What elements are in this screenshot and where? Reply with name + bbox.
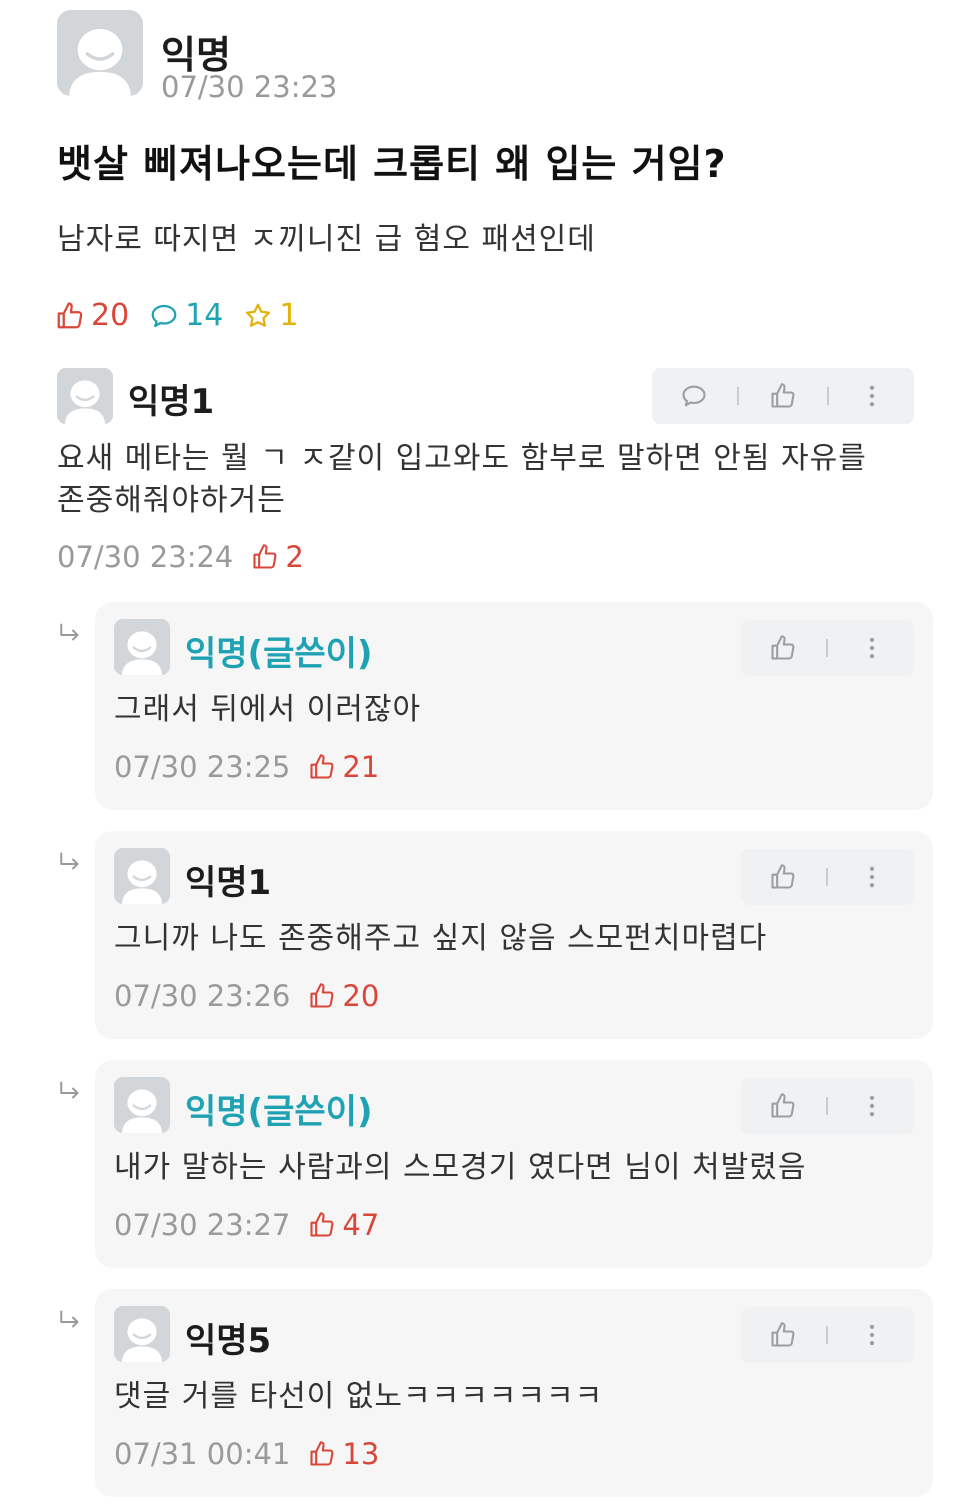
reply-arrow-icon — [55, 1078, 85, 1108]
reply-meta: 07/30 23:25 21 — [114, 750, 379, 784]
reply-timestamp: 07/30 23:27 — [114, 1208, 291, 1242]
post-comment-value: 14 — [185, 298, 224, 333]
reply-meta: 07/30 23:26 20 — [114, 979, 379, 1013]
comment-like-value: 2 — [285, 540, 304, 574]
post-scrap-value: 1 — [279, 298, 299, 333]
divider — [826, 1097, 829, 1115]
divider — [737, 387, 740, 405]
reply-button[interactable] — [674, 376, 714, 416]
reply-like-count: 13 — [308, 1437, 379, 1471]
avatar-placeholder-icon[interactable] — [114, 1077, 170, 1133]
speech-bubble-icon — [149, 301, 179, 331]
reply-like-value: 21 — [342, 750, 380, 784]
post-timestamp: 07/30 23:23 — [161, 70, 338, 104]
thumbs-up-icon — [251, 543, 279, 571]
reply-timestamp: 07/30 23:26 — [114, 979, 291, 1013]
more-options-button[interactable] — [852, 1086, 892, 1126]
reply-text: 그래서 뒤에서 이러잖아 — [114, 692, 422, 727]
reply-meta: 07/30 23:27 47 — [114, 1208, 379, 1242]
post-title: 뱃살 삐져나오는데 크롭티 왜 입는 거임? — [57, 142, 727, 186]
divider — [826, 1326, 829, 1344]
avatar-placeholder-icon[interactable] — [57, 368, 113, 424]
reply-like-value: 47 — [342, 1208, 380, 1242]
avatar-placeholder-icon[interactable] — [57, 10, 143, 96]
more-options-button[interactable] — [852, 857, 892, 897]
post-body: 남자로 따지면 ㅈ끼니진 급 혐오 패션인데 — [57, 222, 596, 257]
thumbs-up-icon — [769, 863, 797, 891]
thumbs-up-icon — [769, 1321, 797, 1349]
more-options-button[interactable] — [852, 628, 892, 668]
comment-author-name: 익명1 — [128, 382, 215, 422]
reply-arrow-icon — [55, 620, 85, 650]
post-comment-count[interactable]: 14 — [149, 298, 223, 333]
reply-like-value: 20 — [342, 979, 380, 1013]
reply-arrow-icon — [55, 1307, 85, 1337]
thumbs-up-icon — [308, 753, 336, 781]
reply-timestamp: 07/30 23:25 — [114, 750, 291, 784]
reply-like-count: 21 — [308, 750, 379, 784]
avatar-placeholder-icon[interactable] — [114, 848, 170, 904]
reply-arrow-icon — [55, 849, 85, 879]
avatar-placeholder-icon[interactable] — [114, 1306, 170, 1362]
reply-text: 내가 말하는 사람과의 스모경기 였다면 님이 처발렸음 — [114, 1150, 807, 1185]
reply-text: 그니까 나도 존중해주고 싶지 않음 스모펀치마렵다 — [114, 921, 768, 956]
reply-actions — [741, 1078, 914, 1134]
star-icon — [243, 301, 273, 331]
post-like-value: 20 — [91, 298, 130, 333]
more-options-button[interactable] — [852, 376, 892, 416]
thumbs-up-icon — [308, 982, 336, 1010]
more-vertical-icon — [858, 1092, 886, 1120]
reply-meta: 07/31 00:41 13 — [114, 1437, 379, 1471]
speech-bubble-icon — [680, 382, 708, 410]
like-button[interactable] — [763, 1315, 803, 1355]
reply-timestamp: 07/31 00:41 — [114, 1437, 291, 1471]
reply-author-name: 익명5 — [185, 1321, 272, 1361]
reply-like-count: 47 — [308, 1208, 379, 1242]
thumbs-up-icon — [308, 1440, 336, 1468]
divider — [826, 868, 829, 886]
more-vertical-icon — [858, 1321, 886, 1349]
avatar-placeholder-icon[interactable] — [114, 619, 170, 675]
reply-actions — [741, 1307, 914, 1363]
comment-meta: 07/30 23:24 2 — [57, 540, 304, 574]
like-button[interactable] — [763, 376, 803, 416]
post-scrap-count[interactable]: 1 — [243, 298, 298, 333]
comment-actions — [652, 368, 914, 424]
more-options-button[interactable] — [852, 1315, 892, 1355]
reply-actions — [741, 849, 914, 905]
reply-actions — [741, 620, 914, 676]
divider — [826, 387, 829, 405]
post-stats: 20 14 1 — [55, 298, 318, 333]
reply-author-name: 익명(글쓴이) — [185, 1092, 373, 1132]
reply-like-count: 20 — [308, 979, 379, 1013]
thumbs-up-icon — [769, 1092, 797, 1120]
thumbs-up-icon — [769, 382, 797, 410]
more-vertical-icon — [858, 863, 886, 891]
thumbs-up-icon — [308, 1211, 336, 1239]
like-button[interactable] — [763, 628, 803, 668]
more-vertical-icon — [858, 382, 886, 410]
reply-text: 댓글 거를 타선이 없노ㅋㅋㅋㅋㅋㅋㅋ — [114, 1379, 604, 1414]
reply-author-name: 익명1 — [185, 863, 272, 903]
comment-like-count: 2 — [251, 540, 304, 574]
comment-timestamp: 07/30 23:24 — [57, 540, 234, 574]
more-vertical-icon — [858, 634, 886, 662]
reply-author-name: 익명(글쓴이) — [185, 634, 373, 674]
thumbs-up-icon — [769, 634, 797, 662]
like-button[interactable] — [763, 857, 803, 897]
post-like-count[interactable]: 20 — [55, 298, 129, 333]
thumbs-up-icon — [55, 301, 85, 331]
divider — [826, 639, 829, 657]
reply-like-value: 13 — [342, 1437, 380, 1471]
like-button[interactable] — [763, 1086, 803, 1126]
comment-text: 요새 메타는 뭘 ㄱ ㅈ같이 입고와도 함부로 말하면 안됨 자유를 존중해줘야… — [57, 441, 867, 518]
